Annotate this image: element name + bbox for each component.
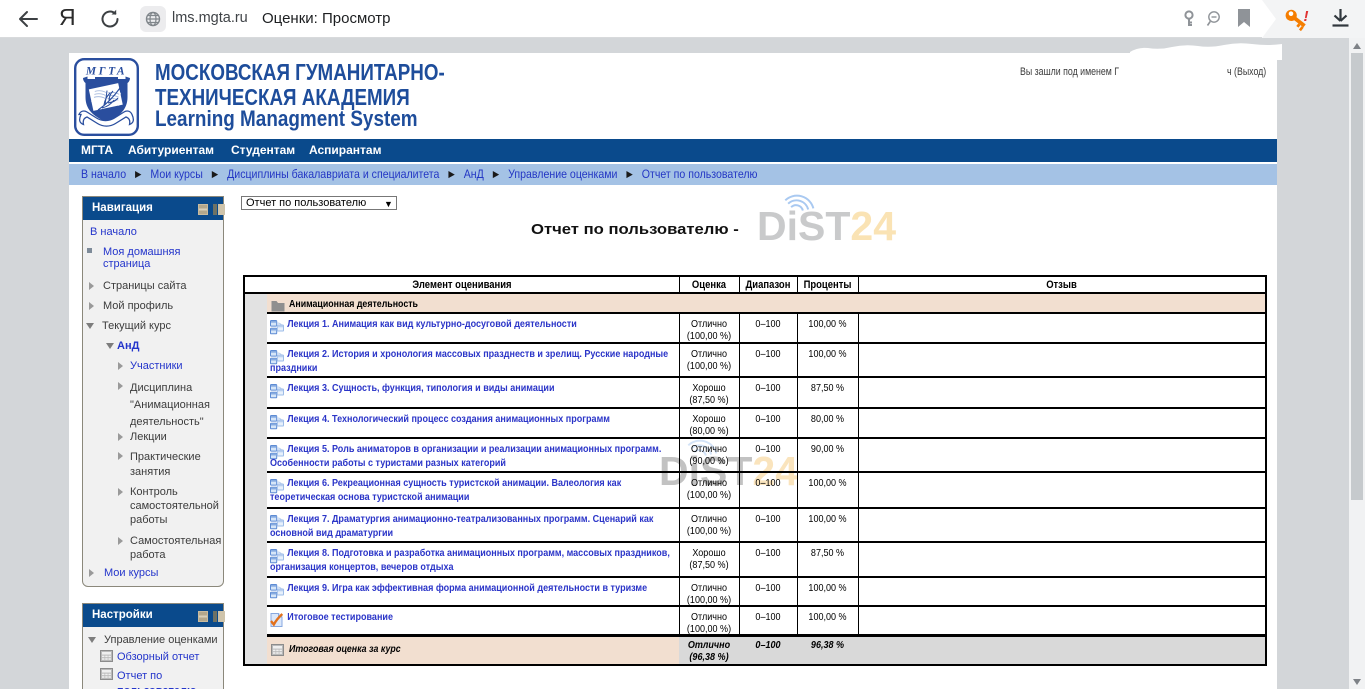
svg-text:!: ! bbox=[1304, 8, 1309, 25]
svg-text:МГТА: МГТА bbox=[85, 66, 127, 78]
